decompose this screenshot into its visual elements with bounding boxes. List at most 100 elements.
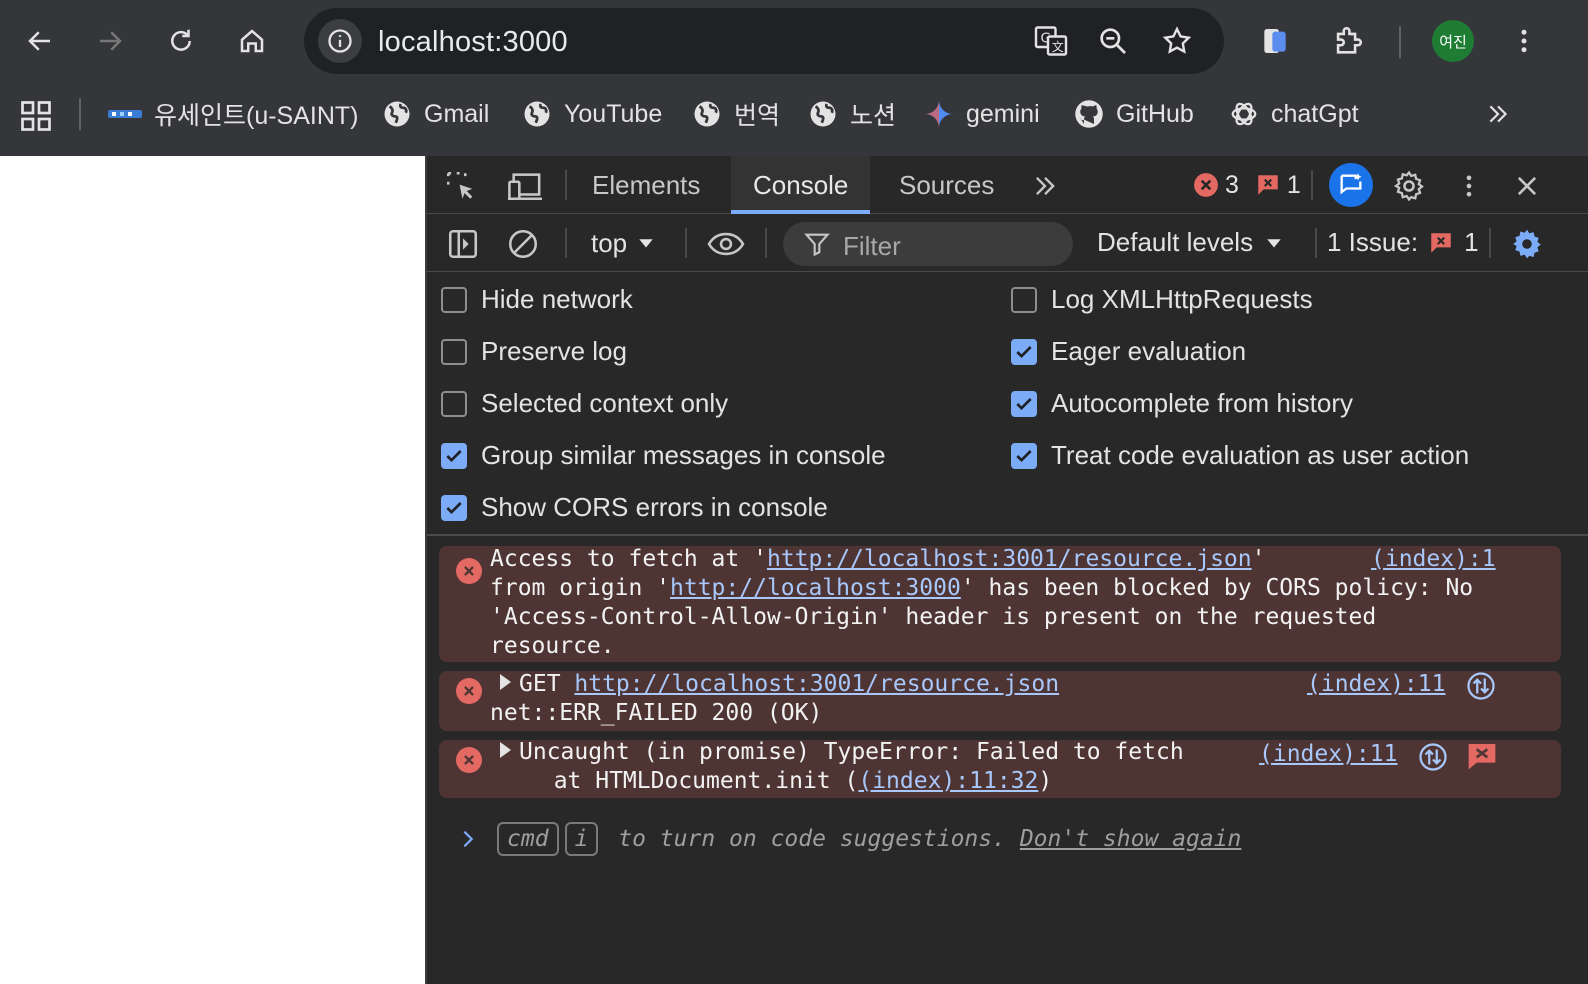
resource-link[interactable]: http://localhost:3001/resource.json bbox=[574, 671, 1059, 697]
error-message: Uncaught (in promise) TypeError: Failed … bbox=[490, 738, 1184, 796]
option-preserve-log[interactable]: Preserve log bbox=[441, 336, 627, 367]
tab-sources[interactable]: Sources bbox=[883, 156, 1010, 214]
apps-grid-button[interactable] bbox=[18, 98, 54, 134]
checkbox-checked[interactable] bbox=[1011, 390, 1037, 417]
url-text[interactable]: localhost:3000 bbox=[378, 26, 568, 59]
console-error-uncaught[interactable]: Uncaught (in promise) TypeError: Failed … bbox=[439, 738, 1561, 798]
live-expression-button[interactable] bbox=[705, 226, 747, 262]
device-toolbar-button[interactable] bbox=[505, 168, 545, 204]
profile-avatar[interactable]: 여진 bbox=[1432, 20, 1474, 62]
source-link[interactable]: (index):11 bbox=[1259, 740, 1397, 769]
site-info-button[interactable] bbox=[318, 19, 362, 63]
error-count-badge[interactable]: 3 1 bbox=[1193, 170, 1301, 200]
bookmarks-divider bbox=[79, 98, 81, 130]
extensions-menu-button[interactable] bbox=[1325, 18, 1371, 64]
devtools-settings-button[interactable] bbox=[1389, 166, 1429, 206]
more-vertical-icon bbox=[1521, 29, 1527, 53]
forward-button[interactable] bbox=[87, 18, 133, 64]
message-text: ) bbox=[1038, 768, 1053, 794]
bookmark-notion[interactable]: 노션 bbox=[808, 96, 896, 132]
console-settings-button[interactable] bbox=[1507, 224, 1547, 264]
apps-grid-icon bbox=[21, 101, 51, 131]
home-button[interactable] bbox=[229, 18, 275, 64]
ai-explain-icon[interactable] bbox=[1466, 740, 1498, 772]
page-viewport[interactable] bbox=[0, 156, 425, 984]
checkbox-checked[interactable] bbox=[441, 442, 467, 469]
option-autocomplete-history[interactable]: Autocomplete from history bbox=[1011, 388, 1353, 419]
option-label: Preserve log bbox=[481, 336, 627, 366]
bookmark-gmail[interactable]: Gmail bbox=[382, 96, 489, 132]
bookmark-gemini[interactable]: gemini bbox=[924, 96, 1040, 132]
inspect-element-button[interactable] bbox=[443, 168, 479, 204]
expand-triangle-icon[interactable] bbox=[500, 674, 511, 690]
option-hide-network[interactable]: Hide network bbox=[441, 284, 633, 315]
checkbox[interactable] bbox=[441, 338, 467, 365]
address-bar[interactable]: localhost:3000 G文 bbox=[304, 8, 1224, 74]
checkbox[interactable] bbox=[1011, 286, 1037, 313]
option-treat-as-user-action[interactable]: Treat code evaluation as user action bbox=[1011, 440, 1469, 471]
eye-icon bbox=[707, 232, 745, 256]
bookmark-translate[interactable]: 번역 bbox=[692, 96, 780, 132]
network-request-icon[interactable] bbox=[1466, 671, 1496, 701]
dont-show-again-link[interactable]: Don't show again bbox=[1020, 826, 1242, 852]
option-log-xhr[interactable]: Log XMLHttpRequests bbox=[1011, 284, 1313, 315]
stack-link[interactable]: (index):11:32 bbox=[858, 768, 1038, 794]
option-label: Autocomplete from history bbox=[1051, 388, 1354, 418]
option-label: Log XMLHttpRequests bbox=[1051, 284, 1313, 314]
github-icon bbox=[1074, 99, 1104, 129]
origin-link[interactable]: http://localhost:3000 bbox=[670, 575, 961, 601]
more-tabs-button[interactable] bbox=[1029, 170, 1061, 202]
checkbox-checked[interactable] bbox=[1011, 338, 1037, 365]
translate-button[interactable]: G文 bbox=[1031, 21, 1071, 61]
network-request-icon[interactable] bbox=[1418, 742, 1448, 772]
zoom-button[interactable] bbox=[1093, 21, 1133, 61]
bookmark-usaint[interactable]: 유세인트(u-SAINT) bbox=[108, 96, 359, 132]
log-levels-dropdown[interactable]: Default levels bbox=[1097, 227, 1283, 258]
browser-menu-button[interactable] bbox=[1501, 18, 1547, 64]
levels-label: Default levels bbox=[1097, 227, 1254, 257]
clear-console-button[interactable] bbox=[505, 226, 541, 262]
reload-button[interactable] bbox=[158, 18, 204, 64]
option-selected-context-only[interactable]: Selected context only bbox=[441, 388, 728, 419]
context-selector[interactable]: top bbox=[591, 227, 655, 259]
show-sidebar-button[interactable] bbox=[445, 226, 481, 262]
option-eager-evaluation[interactable]: Eager evaluation bbox=[1011, 336, 1246, 367]
option-group-similar[interactable]: Group similar messages in console bbox=[441, 440, 886, 471]
expand-triangle-icon[interactable] bbox=[500, 742, 511, 758]
bookmark-star-button[interactable] bbox=[1157, 21, 1197, 61]
tab-console[interactable]: Console bbox=[731, 156, 871, 214]
console-prompt[interactable]: cmd i to turn on code suggestions. Don't… bbox=[457, 822, 1241, 856]
tab-elements[interactable]: Elements bbox=[576, 156, 716, 214]
context-label: top bbox=[591, 227, 628, 258]
checkbox[interactable] bbox=[441, 286, 467, 313]
console-error-cors[interactable]: Access to fetch at 'http://localhost:300… bbox=[439, 546, 1561, 662]
console-error-network[interactable]: GET http://localhost:3001/resource.json … bbox=[439, 671, 1561, 731]
issues-button[interactable]: 1 Issue: 1 bbox=[1327, 227, 1479, 258]
extension-button[interactable] bbox=[1252, 18, 1298, 64]
more-bookmarks-button[interactable] bbox=[1482, 98, 1514, 130]
ai-assistance-button[interactable] bbox=[1329, 163, 1373, 207]
resource-link[interactable]: http://localhost:3001/resource.json bbox=[767, 546, 1252, 572]
globe-icon bbox=[692, 99, 722, 129]
option-show-cors-errors[interactable]: Show CORS errors in console bbox=[441, 492, 828, 523]
option-label: Selected context only bbox=[481, 388, 729, 418]
source-link[interactable]: (index):1 bbox=[1371, 545, 1496, 574]
puzzle-icon bbox=[1336, 27, 1362, 54]
checkbox-checked[interactable] bbox=[1011, 442, 1037, 469]
checkbox-checked[interactable] bbox=[441, 494, 467, 521]
source-link[interactable]: (index):11 bbox=[1307, 670, 1445, 699]
error-message: Access to fetch at 'http://localhost:300… bbox=[490, 545, 1473, 661]
devtools-menu-button[interactable] bbox=[1451, 166, 1487, 206]
bookmark-chatgpt[interactable]: chatGpt bbox=[1229, 96, 1359, 132]
bookmark-github[interactable]: GitHub bbox=[1074, 96, 1194, 132]
close-devtools-button[interactable] bbox=[1507, 166, 1547, 206]
chevron-right-icon bbox=[463, 830, 474, 848]
message-text: from origin ' bbox=[490, 575, 671, 601]
filter-input[interactable]: Filter bbox=[783, 222, 1073, 266]
filter-placeholder: Filter bbox=[843, 231, 901, 261]
toolbar-divider bbox=[1315, 228, 1317, 258]
checkbox[interactable] bbox=[441, 390, 467, 417]
bookmark-label: Gmail bbox=[424, 99, 490, 128]
back-button[interactable] bbox=[17, 18, 63, 64]
bookmark-youtube[interactable]: YouTube bbox=[522, 96, 662, 132]
